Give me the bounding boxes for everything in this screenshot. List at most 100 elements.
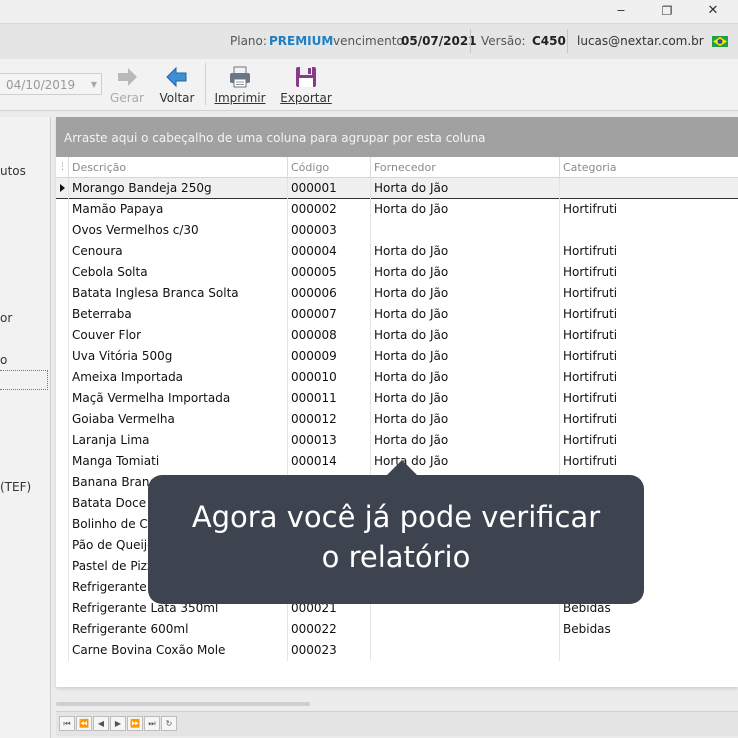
gerar-label: Gerar (110, 91, 144, 105)
row-indicator[interactable] (56, 619, 69, 640)
cell-descricao: Refrigerante 600ml (69, 619, 288, 640)
column-header-descricao[interactable]: Descrição (69, 157, 288, 177)
prev-record-icon[interactable]: ◀ (93, 716, 109, 731)
table-row[interactable]: Ameixa Importada 000010 Horta do Jão Hortif… (56, 367, 738, 388)
exportar-button[interactable]: Exportar (279, 63, 333, 109)
due-value: 05/07/2021 (401, 34, 477, 48)
row-indicator[interactable] (56, 325, 69, 346)
column-header-categoria[interactable]: Categoria (560, 157, 738, 177)
row-indicator[interactable] (56, 304, 69, 325)
row-indicator[interactable] (56, 409, 69, 430)
license-info-bar: Plano: PREMIUM vencimento 05/07/2021 Ver… (0, 23, 738, 60)
gerar-button[interactable]: Gerar (106, 63, 148, 109)
row-indicator[interactable] (56, 262, 69, 283)
row-indicator[interactable] (56, 388, 69, 409)
column-header-codigo[interactable]: Código (288, 157, 371, 177)
table-row[interactable]: Laranja Lima 000013 Horta do Jão Hortifruti (56, 430, 738, 451)
cell-fornecedor: Horta do Jão (371, 367, 560, 388)
imprimir-button[interactable]: Imprimir (214, 63, 266, 109)
row-indicator[interactable] (56, 346, 69, 367)
table-row[interactable]: Goiaba Vermelha 000012 Horta do Jão Hortifr… (56, 409, 738, 430)
cell-descricao: Ameixa Importada (69, 367, 288, 388)
cell-codigo: 000009 (288, 346, 371, 367)
cell-categoria: Hortifruti (563, 433, 618, 447)
last-page-icon[interactable]: ⏭ (144, 716, 160, 731)
version-label: Versão: (481, 34, 526, 48)
tooltip-line-2: o relatório (321, 540, 471, 574)
row-indicator[interactable] (56, 556, 69, 577)
close-button[interactable]: ✕ (690, 0, 736, 23)
table-row[interactable]: Couver Flor 000008 Horta do Jão Hortifruti (56, 325, 738, 346)
cell-categoria: Hortifruti (563, 454, 618, 468)
cell-fornecedor (371, 220, 560, 241)
date-field[interactable]: 04/10/2019 ▼ (0, 73, 102, 95)
row-indicator[interactable] (56, 598, 69, 619)
arrow-right-icon (115, 65, 139, 89)
next-page-icon[interactable]: ⏩ (127, 716, 143, 731)
table-row[interactable]: Ovos Vermelhos c/30 000003 (56, 220, 738, 241)
row-indicator[interactable] (56, 199, 69, 220)
table-row[interactable]: Beterraba 000007 Horta do Jão Hortifruti (56, 304, 738, 325)
table-row[interactable]: Maçã Vermelha Importada 000011 Horta do Jã… (56, 388, 738, 409)
refresh-icon[interactable]: ↻ (161, 716, 177, 731)
sidebar-item[interactable]: utos (0, 164, 26, 178)
sidebar-selected-item[interactable] (0, 370, 48, 390)
cell-descricao: Ovos Vermelhos c/30 (69, 220, 288, 241)
cell-codigo: 000004 (288, 241, 371, 262)
prev-page-icon[interactable]: ⏪ (76, 716, 92, 731)
cell-categoria: Hortifruti (563, 202, 618, 216)
row-indicator[interactable] (56, 514, 69, 535)
table-row[interactable]: Morango Bandeja 250g 000001 Horta do Jão (56, 178, 738, 199)
column-header-fornecedor[interactable]: Fornecedor (371, 157, 560, 177)
row-indicator[interactable] (56, 241, 69, 262)
tooltip-line-1: Agora você já pode verificar (191, 500, 601, 534)
row-indicator[interactable] (56, 472, 69, 493)
table-row[interactable]: Uva Vitória 500g 000009 Horta do Jão Hortif… (56, 346, 738, 367)
table-row[interactable]: Cenoura 000004 Horta do Jão Hortifruti (56, 241, 738, 262)
table-row[interactable]: Refrigerante 600ml 000022 Bebidas (56, 619, 738, 640)
column-chooser-icon[interactable]: ⋮≡ (56, 157, 69, 177)
table-row[interactable]: Cebola Solta 000005 Horta do Jão Hortifruti (56, 262, 738, 283)
restore-button[interactable]: ❐ (644, 0, 690, 23)
row-indicator[interactable] (56, 283, 69, 304)
cell-fornecedor (371, 619, 560, 640)
user-email[interactable]: lucas@nextar.com.br (577, 34, 704, 48)
row-indicator[interactable] (56, 577, 69, 598)
sidebar-item[interactable]: or (0, 311, 12, 325)
cell-descricao: Couver Flor (69, 325, 288, 346)
row-indicator[interactable] (56, 430, 69, 451)
first-page-icon[interactable]: ⏮ (59, 716, 75, 731)
next-record-icon[interactable]: ▶ (110, 716, 126, 731)
cell-codigo: 000007 (288, 304, 371, 325)
row-indicator[interactable] (56, 178, 69, 199)
table-row[interactable]: Carne Bovina Coxão Mole 000023 (56, 640, 738, 661)
date-value: 04/10/2019 (6, 78, 76, 92)
cell-fornecedor: Horta do Jão (371, 409, 560, 430)
row-indicator[interactable] (56, 451, 69, 472)
floppy-disk-icon (294, 65, 318, 89)
group-by-area[interactable]: Arraste aqui o cabeçalho de uma coluna p… (56, 117, 738, 157)
cell-categoria (560, 178, 738, 199)
separator (470, 29, 471, 53)
sidebar-item[interactable]: (TEF) (0, 480, 31, 494)
row-indicator[interactable] (56, 493, 69, 514)
cell-categoria: Hortifruti (563, 307, 618, 321)
cell-descricao: Cenoura (69, 241, 288, 262)
voltar-button[interactable]: Voltar (155, 63, 199, 109)
row-indicator[interactable] (56, 640, 69, 661)
cell-fornecedor: Horta do Jão (371, 283, 560, 304)
cell-fornecedor: Horta do Jão (371, 346, 560, 367)
minimize-button[interactable]: ‒ (598, 0, 644, 23)
due-label: vencimento (333, 34, 404, 48)
horizontal-scrollbar[interactable] (56, 702, 310, 706)
plan-value: PREMIUM (269, 34, 334, 48)
row-indicator[interactable] (56, 367, 69, 388)
sidebar-item[interactable]: o (0, 353, 7, 367)
cell-codigo: 000022 (288, 619, 371, 640)
cell-descricao: Batata Inglesa Branca Solta (69, 283, 288, 304)
table-row[interactable]: Mamão Papaya 000002 Horta do Jão Hortifruti (56, 199, 738, 220)
row-indicator[interactable] (56, 220, 69, 241)
table-row[interactable]: Batata Inglesa Branca Solta 000006 Horta d… (56, 283, 738, 304)
cell-codigo: 000014 (288, 451, 371, 472)
row-indicator[interactable] (56, 535, 69, 556)
